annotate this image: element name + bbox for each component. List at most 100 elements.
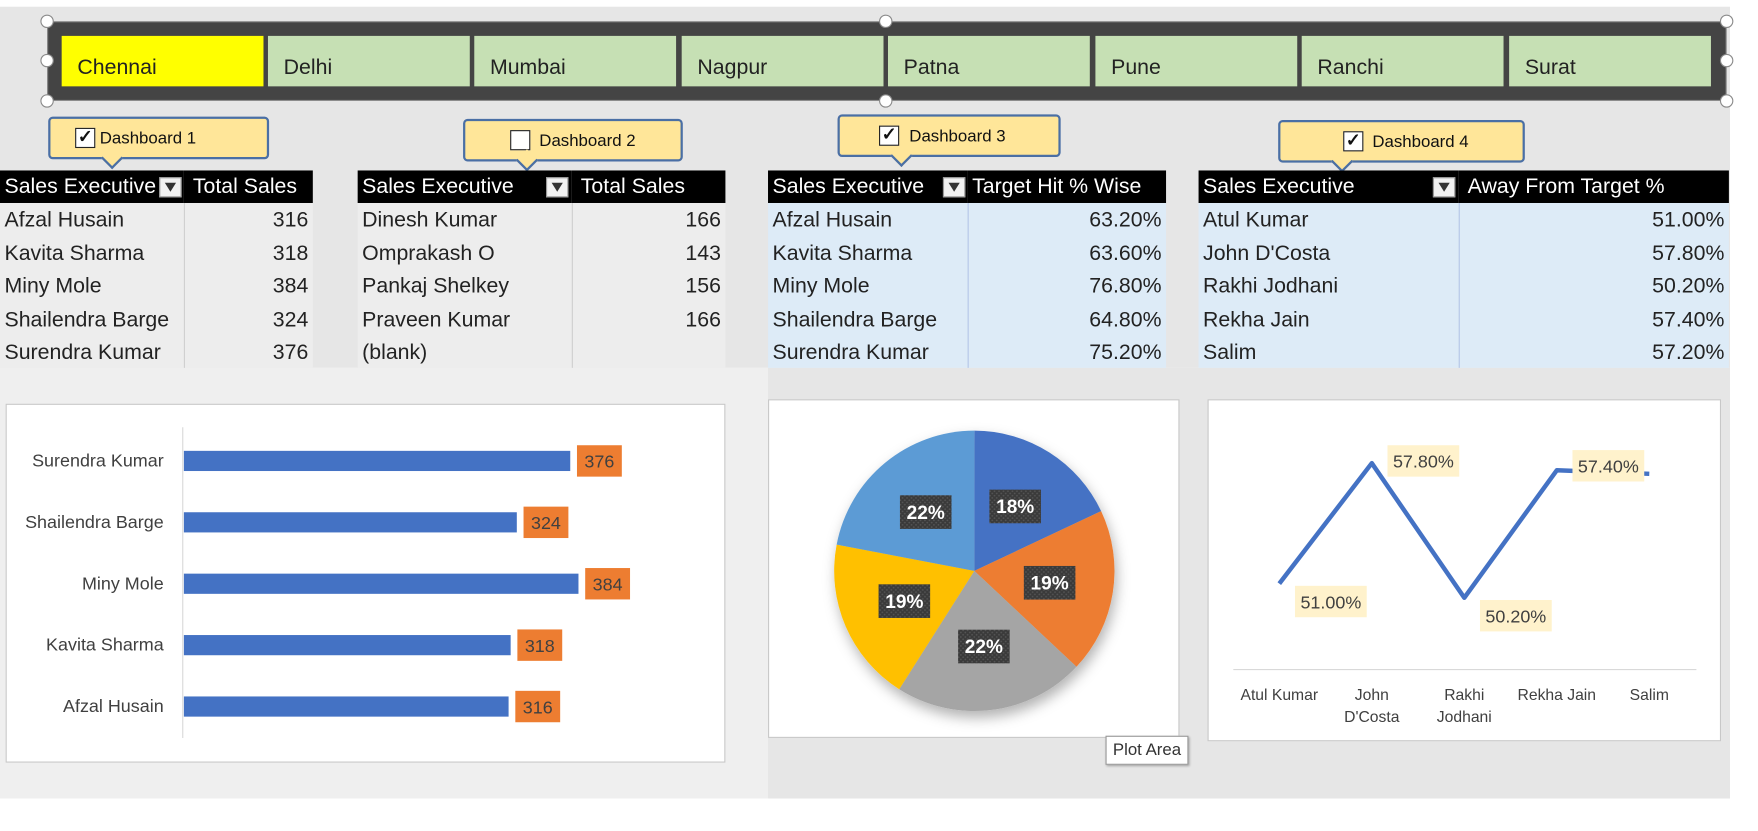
dashboard-3-callout[interactable]: ✓ Dashboard 3 [837,114,1061,158]
table-cell: 57.80% [1652,241,1725,266]
table-cell: 156 [685,274,721,299]
column-header-target-hit: Target Hit % Wise [967,170,1167,203]
table-cell: Kavita Sharma [772,241,913,266]
x-axis-tick-label: Atul Kumar [1240,687,1318,704]
table-cell: Pankaj Shelkey [362,274,509,299]
bar-value-label: 384 [593,574,623,594]
filter-dropdown-icon[interactable] [159,177,182,198]
column-header-total-sales: Total Sales [183,170,313,203]
table-cell: Surendra Kumar [4,340,161,365]
bar [183,635,511,656]
table-cell: 166 [685,208,721,233]
table-cell: 316 [272,208,309,233]
dashboard-3-checkbox[interactable]: ✓ [879,125,900,146]
x-axis-tick-label: Rakhi [1444,687,1484,704]
slicer-item-surat[interactable]: Surat [1509,35,1711,87]
slicer-item-ranchi[interactable]: Ranchi [1301,35,1504,87]
bar-category-label: Miny Mole [82,573,164,593]
slicer-item-chennai[interactable]: Chennai [61,35,264,87]
dashboard-1-checkbox[interactable]: ✓ [75,127,96,149]
line-data-label: 57.40% [1578,457,1639,477]
x-axis-tick-label: Salim [1630,687,1669,704]
x-axis-tick-label: John [1355,687,1389,704]
table-cell: 75.20% [1089,340,1162,365]
bar [183,450,571,472]
table-cell: Atul Kumar [1203,208,1309,233]
table-cell: 51.00% [1652,208,1725,233]
filter-dropdown-icon[interactable] [546,177,569,198]
resize-handle[interactable] [40,14,54,29]
bar-category-label: Afzal Husain [63,696,164,716]
pie-slice-label: 19% [885,592,923,613]
plot-area-tooltip: Plot Area [1105,735,1189,765]
city-slicer[interactable]: Chennai Delhi Mumbai Nagpur Patna Pune R… [47,21,1727,101]
x-axis-tick-label: Rekha Jain [1518,687,1596,704]
slicer-item-mumbai[interactable]: Mumbai [474,35,677,87]
table-cell: 64.80% [1089,307,1162,332]
dashboard-1-callout[interactable]: ✓ Dashboard 1 [48,116,270,160]
table-cell: 166 [685,307,721,332]
slicer-item-delhi[interactable]: Delhi [267,35,470,87]
dashboard-1-label: Dashboard 1 [99,128,197,148]
column-header-total-sales: Total Sales [571,170,726,203]
table-cell: Kavita Sharma [4,241,145,266]
table-cell: Salim [1203,340,1257,365]
pie-slice-label: 19% [1031,574,1069,595]
column-header-sales-executive: Sales Executive [357,170,572,203]
table-cell: Omprakash O [362,241,495,266]
resize-handle[interactable] [40,94,54,108]
bar-value-label: 318 [525,636,555,656]
pie-chart-svg: 18% 19% 22% 19% 22% [834,430,1115,712]
table-cell: 63.20% [1089,208,1162,233]
bar-chart[interactable]: Surendra Kumar 376 Shailendra Barge 324 Miny… [5,403,726,763]
dashboard-4-label: Dashboard 4 [1372,131,1469,151]
filter-dropdown-icon[interactable] [1432,177,1456,198]
resize-handle[interactable] [879,94,893,108]
table-cell: Afzal Husain [4,208,125,233]
table-cell: 63.60% [1089,241,1162,266]
bar-category-label: Kavita Sharma [46,635,164,655]
resize-handle[interactable] [1719,53,1734,68]
dashboard-3-label: Dashboard 3 [909,126,1006,146]
table-cell: Rekha Jain [1203,307,1310,332]
dashboard-4-checkbox[interactable]: ✓ [1343,131,1364,152]
line-chart[interactable]: 51.00%57.80%50.20%57.40%57.20%Atul Kumar… [1207,399,1758,742]
pie-slice-label: 22% [907,503,945,524]
slicer-item-pune[interactable]: Pune [1095,35,1298,87]
resize-handle[interactable] [879,14,893,29]
pivot-table-4: Sales Executive Away From Target % Atul … [1198,170,1729,368]
x-axis-tick-label: D'Costa [1344,709,1400,726]
bar [183,573,579,594]
table-cell: 50.20% [1652,274,1725,299]
table-cell: Shailendra Barge [772,307,938,332]
resize-handle[interactable] [40,53,54,68]
resize-handle[interactable] [1719,94,1734,108]
bar-category-label: Shailendra Barge [25,512,164,532]
resize-handle[interactable] [1719,14,1734,29]
pie-slice-label: 18% [996,497,1034,518]
column-header-sales-executive: Sales Executive [768,170,968,203]
dashboard-2-label: Dashboard 2 [539,130,636,150]
dashboard-2-checkbox[interactable] [510,130,531,151]
pivot-table-1: Sales Executive Total Sales Afzal Husain… [0,170,313,368]
dashboard-2-callout[interactable]: Dashboard 2 [463,118,683,162]
pie-slice-label: 22% [965,637,1003,658]
dashboard-4-callout[interactable]: ✓ Dashboard 4 [1278,120,1525,163]
table-cell: Miny Mole [4,274,102,299]
table-cell: Praveen Kumar [362,307,511,332]
column-header-away-from-target: Away From Target % [1458,170,1729,203]
slicer-item-patna[interactable]: Patna [887,35,1090,87]
table-cell [572,336,726,369]
table-cell: John D'Costa [1203,241,1331,266]
slicer-item-nagpur[interactable]: Nagpur [681,35,884,87]
pie-chart[interactable]: 18% 19% 22% 19% 22% [768,399,1180,738]
table-cell: 143 [685,241,721,266]
table-cell: 57.20% [1652,340,1725,365]
table-cell: Miny Mole [772,274,870,299]
column-header-sales-executive: Sales Executive [0,170,184,203]
filter-dropdown-icon[interactable] [942,177,966,198]
line-data-label: 57.80% [1393,452,1454,472]
column-header-sales-executive: Sales Executive [1198,170,1459,203]
x-axis-tick-label: Jodhani [1437,709,1492,726]
table-cell: 76.80% [1089,274,1162,299]
